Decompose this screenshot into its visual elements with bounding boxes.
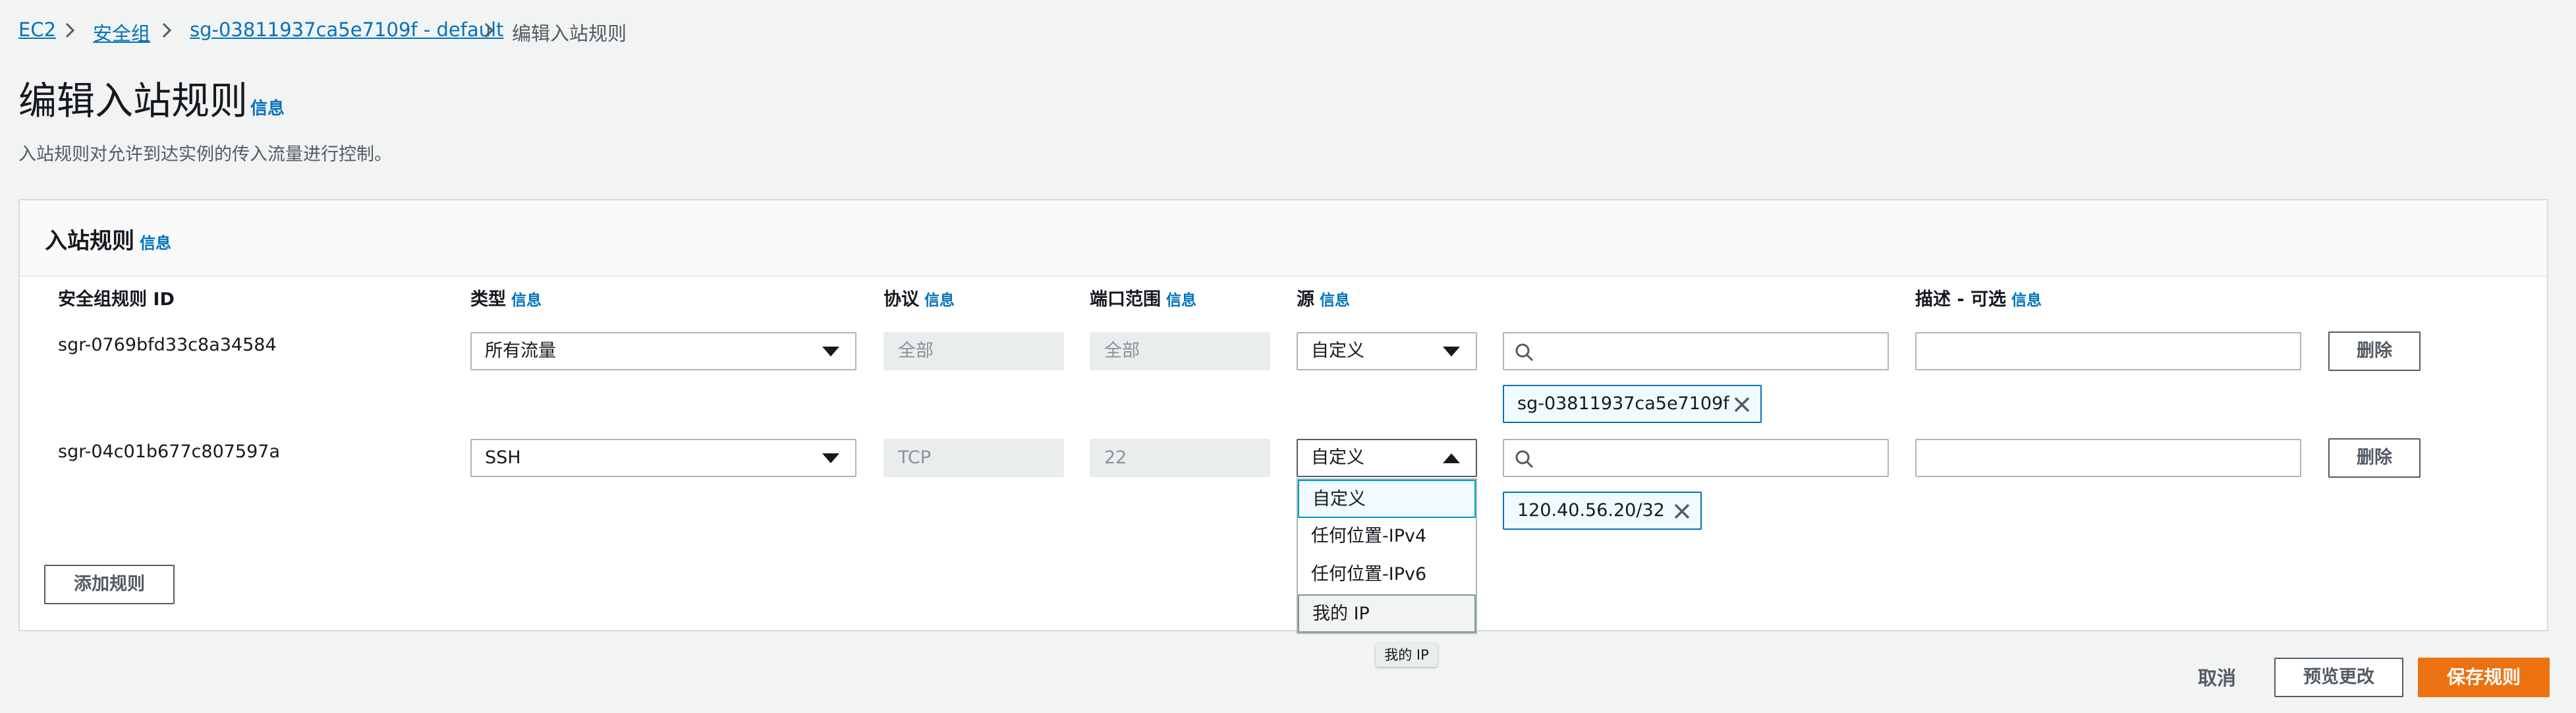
column-header-source: 源信息: [1297, 285, 1350, 310]
source-option-anywhere-ipv4[interactable]: 任何位置-IPv4: [1298, 518, 1476, 556]
column-header-port-range: 端口范围 信息: [1090, 285, 1196, 310]
chevron-right-icon: [59, 20, 80, 41]
source-select-1[interactable]: 自定义: [1297, 332, 1477, 370]
panel-title-text: 入站规则: [45, 228, 134, 254]
port-range-field-2: 22: [1090, 439, 1270, 477]
page-title: 编辑入站规则 信息: [18, 70, 285, 125]
panel-title-info-link[interactable]: 信息: [140, 234, 171, 252]
column-header-port-range-label: 端口范围: [1090, 289, 1161, 310]
tooltip: 我的 IP: [1376, 643, 1438, 667]
column-header-rule-id-label: 安全组规则 ID: [58, 289, 175, 310]
column-header-description: 描述 - 可选 信息: [1915, 285, 2042, 310]
breadcrumb-security-groups[interactable]: 安全组: [93, 18, 150, 46]
page-description: 入站规则对允许到达实例的传入流量进行控制。: [18, 144, 392, 165]
save-rules-button[interactable]: 保存规则: [2418, 658, 2550, 697]
column-header-source-label: 源: [1297, 289, 1314, 310]
search-icon: [1515, 450, 1534, 469]
port-range-field-1: 全部: [1090, 332, 1270, 370]
description-input-2[interactable]: [1915, 439, 2301, 477]
protocol-field-1: 全部: [883, 332, 1064, 370]
type-select-2-value: SSH: [485, 447, 521, 468]
type-select-1-value: 所有流量: [485, 341, 556, 361]
source-token-2: 120.40.56.20/32: [1503, 492, 1702, 530]
add-rule-button[interactable]: 添加规则: [44, 565, 175, 604]
rule-id-2: sgr-04c01b677c807597a: [58, 442, 281, 462]
breadcrumb-ec2[interactable]: EC2: [18, 18, 56, 41]
source-search-input-1[interactable]: [1503, 332, 1889, 370]
protocol-field-2: TCP: [883, 439, 1064, 477]
breadcrumb-security-group[interactable]: sg-03811937ca5e7109f - default: [190, 18, 504, 41]
inbound-rules-panel: 入站规则 信息: [18, 199, 2548, 631]
type-select-2[interactable]: SSH: [470, 439, 856, 477]
source-token-1-text: sg-03811937ca5e7109f: [1517, 393, 1729, 414]
close-icon[interactable]: [1673, 502, 1691, 521]
source-dropdown-menu: 自定义 任何位置-IPv4 任何位置-IPv6 我的 IP: [1297, 478, 1477, 634]
source-select-1-value: 自定义: [1311, 341, 1364, 361]
type-info-link[interactable]: 信息: [511, 292, 542, 309]
panel-title: 入站规则 信息: [45, 223, 171, 255]
description-info-link[interactable]: 信息: [2011, 292, 2042, 309]
source-select-2-value: 自定义: [1311, 447, 1364, 468]
delete-button-1[interactable]: 删除: [2328, 331, 2421, 371]
preview-changes-button[interactable]: 预览更改: [2274, 658, 2403, 697]
protocol-info-link[interactable]: 信息: [924, 292, 955, 309]
page-title-info-link[interactable]: 信息: [250, 99, 285, 119]
column-header-type-label: 类型: [470, 289, 506, 310]
search-icon: [1515, 343, 1534, 362]
port-range-info-link[interactable]: 信息: [1166, 292, 1196, 309]
column-header-description-label: 描述 - 可选: [1915, 289, 2007, 310]
source-option-my-ip[interactable]: 我的 IP: [1298, 594, 1476, 633]
source-info-link[interactable]: 信息: [1320, 292, 1350, 309]
source-option-custom[interactable]: 自定义: [1298, 480, 1476, 518]
type-select-1[interactable]: 所有流量: [470, 332, 856, 370]
caret-up-icon: [1443, 453, 1460, 463]
source-token-2-text: 120.40.56.20/32: [1517, 500, 1665, 521]
column-header-type: 类型 信息: [470, 285, 542, 310]
column-header-rule-id: 安全组规则 ID: [58, 285, 175, 310]
source-option-anywhere-ipv6[interactable]: 任何位置-IPv6: [1298, 556, 1476, 594]
cancel-button[interactable]: 取消: [2198, 663, 2236, 691]
caret-down-icon: [822, 347, 839, 356]
close-icon[interactable]: [1733, 395, 1751, 414]
column-header-protocol: 协议 信息: [883, 285, 955, 310]
source-token-1: sg-03811937ca5e7109f: [1503, 385, 1762, 423]
source-select-2[interactable]: 自定义: [1297, 439, 1477, 477]
page-title-text: 编辑入站规则: [18, 78, 248, 123]
source-search-input-2[interactable]: [1503, 439, 1889, 477]
chevron-right-icon: [478, 20, 499, 41]
caret-down-icon: [1443, 347, 1460, 356]
chevron-right-icon: [156, 20, 177, 41]
rule-id-1: sgr-0769bfd33c8a34584: [58, 335, 277, 355]
panel-header: 入站规则 信息: [20, 200, 2547, 277]
breadcrumb-current: 编辑入站规则: [512, 22, 627, 45]
description-input-1[interactable]: [1915, 332, 2301, 370]
delete-button-2[interactable]: 删除: [2328, 438, 2421, 478]
column-header-protocol-label: 协议: [883, 289, 919, 310]
caret-down-icon: [822, 453, 839, 463]
